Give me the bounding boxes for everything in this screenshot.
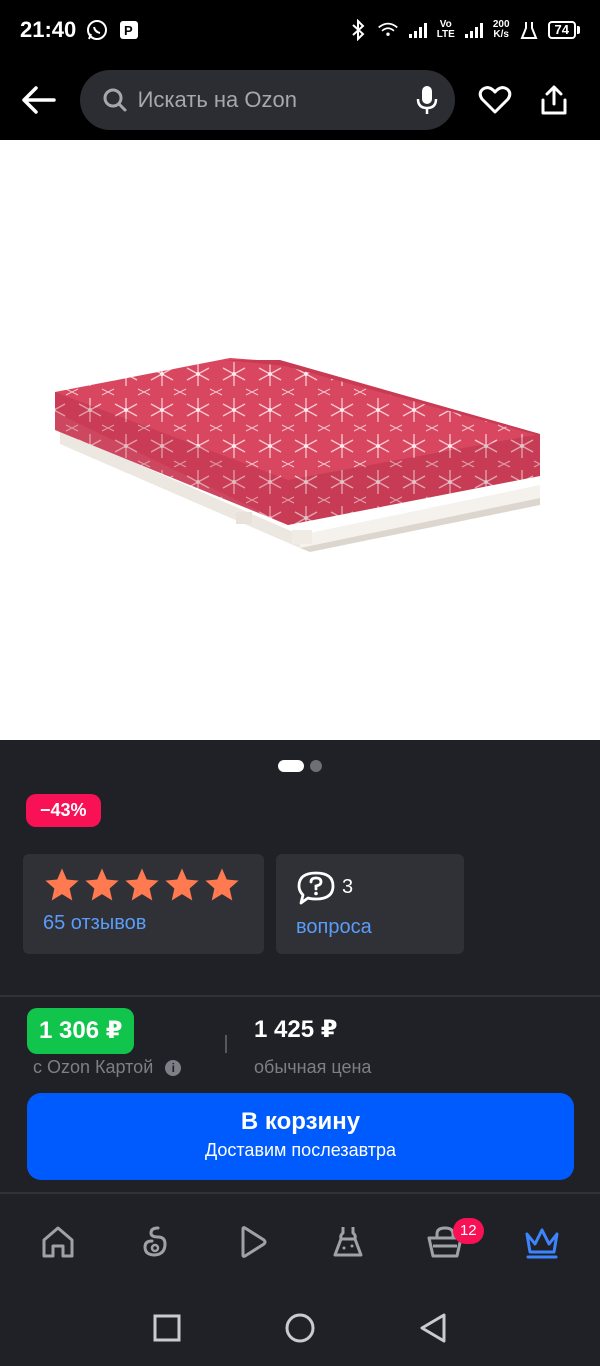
back-button[interactable] xyxy=(20,74,72,126)
network-speed: 200 K/s xyxy=(492,19,510,40)
star-icon xyxy=(205,868,239,901)
flask-icon xyxy=(518,19,540,41)
reviews-link[interactable]: 65 отзывов xyxy=(43,912,146,935)
ozon-card-price-label: с Ozon Картой i xyxy=(33,1057,182,1078)
star-icon xyxy=(85,868,119,901)
star-icon xyxy=(45,868,79,901)
question-bubble-icon xyxy=(297,871,335,905)
nav-cart[interactable]: 12 xyxy=(415,1212,484,1272)
star-icon xyxy=(165,868,199,901)
home-icon xyxy=(42,1226,74,1258)
dress-icon xyxy=(333,1227,363,1257)
battery-level: 74 xyxy=(547,21,576,39)
ozon-card-price: 1 306 ₽ xyxy=(27,1008,135,1054)
system-navigation-bar xyxy=(0,1290,600,1366)
square-icon xyxy=(153,1314,181,1342)
fresh-icon xyxy=(143,1226,167,1257)
nav-home[interactable] xyxy=(28,1212,88,1272)
status-notification-icons: P xyxy=(86,19,140,41)
info-icon[interactable]: i xyxy=(165,1059,182,1076)
status-bar: 21:40 P Vo LTE 200 K/s 74 xyxy=(0,0,600,60)
bottom-navigation: 12 xyxy=(0,1194,600,1290)
changing-mat-image xyxy=(55,358,540,552)
star-icon xyxy=(125,868,159,901)
crown-icon xyxy=(525,1228,559,1259)
svg-text:P: P xyxy=(124,23,133,38)
top-bar xyxy=(0,60,600,140)
add-to-cart-label: В корзину xyxy=(240,1108,361,1135)
share-icon xyxy=(541,85,567,115)
cart-count-badge: 12 xyxy=(452,1218,484,1244)
rating-card[interactable]: 65 отзывов xyxy=(23,854,264,954)
add-to-cart-button[interactable]: В корзину Доставим послезавтра xyxy=(27,1093,574,1180)
search-bar[interactable] xyxy=(79,70,455,130)
signal-icon xyxy=(407,19,429,41)
favorite-button[interactable] xyxy=(469,74,521,126)
questions-link[interactable]: вопроса xyxy=(296,916,372,939)
delivery-label: Доставим послезавтра xyxy=(204,1140,397,1160)
battery-icon: 74 xyxy=(547,21,580,39)
volte-label: Vo LTE xyxy=(436,19,455,40)
search-input[interactable] xyxy=(137,87,415,113)
nav-fashion[interactable] xyxy=(318,1212,378,1272)
arrow-left-icon xyxy=(22,86,56,114)
search-icon xyxy=(103,88,127,112)
circle-icon xyxy=(285,1313,315,1343)
nav-premium[interactable] xyxy=(512,1212,572,1272)
share-button[interactable] xyxy=(528,74,580,126)
bluetooth-icon xyxy=(347,19,369,41)
recent-apps-button[interactable] xyxy=(142,1303,192,1353)
regular-price-label: обычная цена xyxy=(254,1057,372,1077)
signal-icon-2 xyxy=(463,19,485,41)
microphone-icon[interactable] xyxy=(415,84,439,116)
discount-badge: −43% xyxy=(26,794,101,827)
nav-video[interactable] xyxy=(222,1212,282,1272)
questions-count: 3 xyxy=(342,876,354,898)
home-button[interactable] xyxy=(275,1303,325,1353)
gallery-dot-active[interactable] xyxy=(278,760,304,772)
whatsapp-icon xyxy=(86,19,108,41)
play-icon xyxy=(241,1226,267,1258)
questions-card[interactable]: 3 вопроса xyxy=(276,854,464,954)
price-separator xyxy=(225,1035,227,1053)
status-time: 21:40 xyxy=(20,17,77,42)
triangle-back-icon xyxy=(420,1313,446,1343)
gallery-indicator[interactable] xyxy=(0,760,600,772)
product-image[interactable] xyxy=(0,140,600,740)
regular-price: 1 425 ₽ xyxy=(254,1016,338,1043)
system-back-button[interactable] xyxy=(408,1303,458,1353)
gallery-dot[interactable] xyxy=(310,760,322,772)
rating-stars xyxy=(43,866,241,904)
status-system-icons: Vo LTE 200 K/s 74 xyxy=(347,19,580,41)
product-info: −43% 65 отзывов 3 вопроса xyxy=(0,740,600,995)
parking-app-icon: P xyxy=(118,19,140,41)
price-section: 1 306 ₽ с Ozon Картой i 1 425 ₽ обычная … xyxy=(0,997,600,1192)
nav-fresh[interactable] xyxy=(125,1212,185,1272)
wifi-icon xyxy=(377,19,399,41)
heart-icon xyxy=(478,86,511,114)
